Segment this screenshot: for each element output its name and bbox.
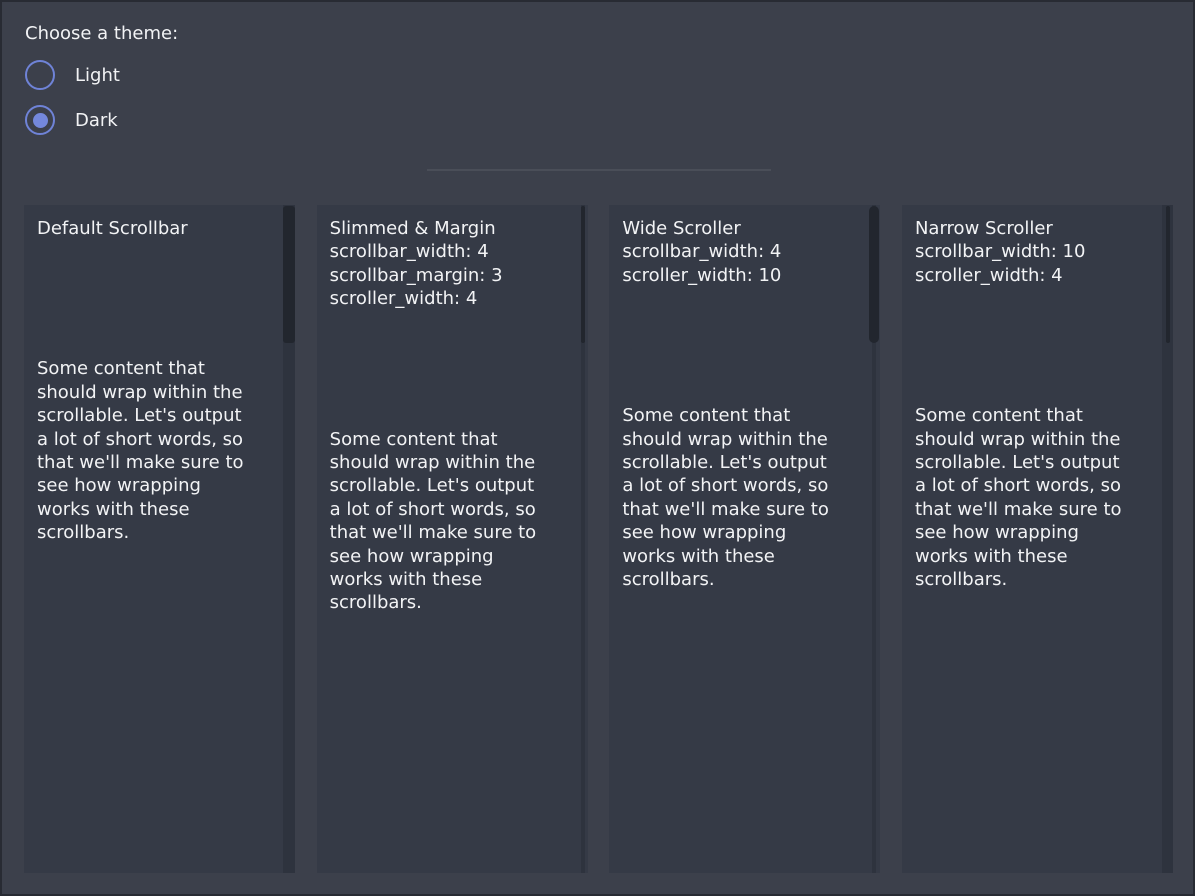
panel-config: scrollbar_width: 10 scroller_width: 4 bbox=[915, 240, 1145, 287]
scrollbar-thumb[interactable] bbox=[581, 206, 585, 343]
radio-option-dark[interactable]: Dark bbox=[25, 105, 118, 135]
panel-content: Wide Scroller scrollbar_width: 4 scrolle… bbox=[609, 205, 880, 591]
panel-title: Narrow Scroller bbox=[915, 217, 1145, 240]
panel-narrow-scroller[interactable]: Narrow Scroller scrollbar_width: 10 scro… bbox=[902, 205, 1173, 873]
panel-title: Default Scrollbar bbox=[37, 217, 267, 240]
panel-wide-scroller[interactable]: Wide Scroller scrollbar_width: 4 scrolle… bbox=[609, 205, 880, 873]
panel-spacer bbox=[915, 287, 1145, 404]
scrollbar-thumb[interactable] bbox=[869, 206, 879, 343]
panel-body: Some content that should wrap within the… bbox=[915, 404, 1145, 591]
panel-config: scrollbar_width: 4 scrollbar_margin: 3 s… bbox=[330, 240, 560, 310]
panel-body: Some content that should wrap within the… bbox=[37, 357, 267, 544]
panel-title: Slimmed & Margin bbox=[330, 217, 560, 240]
panel-default-scrollbar[interactable]: Default Scrollbar Some content that shou… bbox=[24, 205, 295, 873]
radio-option-light-label: Light bbox=[75, 65, 120, 86]
panel-spacer bbox=[330, 311, 560, 428]
panel-body: Some content that should wrap within the… bbox=[622, 404, 852, 591]
panel-title: Wide Scroller bbox=[622, 217, 852, 240]
theme-chooser-label: Choose a theme: bbox=[25, 22, 178, 46]
panel-body: Some content that should wrap within the… bbox=[330, 428, 560, 615]
radio-option-light[interactable]: Light bbox=[25, 60, 120, 90]
radio-unselected-icon[interactable] bbox=[25, 60, 55, 90]
radio-option-dark-label: Dark bbox=[75, 110, 118, 131]
panel-config: scrollbar_width: 4 scroller_width: 10 bbox=[622, 240, 852, 287]
panel-content: Slimmed & Margin scrollbar_width: 4 scro… bbox=[317, 205, 588, 615]
panel-slimmed-margin[interactable]: Slimmed & Margin scrollbar_width: 4 scro… bbox=[317, 205, 588, 873]
scrollbar-thumb[interactable] bbox=[283, 206, 295, 343]
panel-content: Narrow Scroller scrollbar_width: 10 scro… bbox=[902, 205, 1173, 591]
radio-dot bbox=[33, 113, 48, 128]
panel-spacer bbox=[622, 287, 852, 404]
horizontal-divider bbox=[427, 169, 771, 171]
scrollbar-demo-columns: Default Scrollbar Some content that shou… bbox=[24, 205, 1173, 873]
panel-content: Default Scrollbar Some content that shou… bbox=[24, 205, 295, 545]
scrollbar-thumb[interactable] bbox=[1166, 206, 1170, 343]
panel-spacer bbox=[37, 240, 267, 357]
radio-selected-icon[interactable] bbox=[25, 105, 55, 135]
